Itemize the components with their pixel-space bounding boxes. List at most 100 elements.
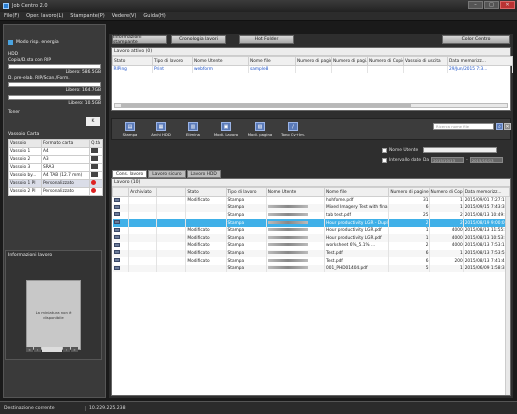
table-row[interactable]: Modificato Stampa Hour productivity LGR.pd… [112, 226, 511, 235]
col-date[interactable]: Data memorizz... [447, 56, 513, 66]
vertical-scrollbar[interactable] [505, 197, 510, 395]
edit-job-tool-button[interactable]: ▣ Modi. Lavoro [211, 122, 241, 140]
hdd-pre-bar [8, 82, 101, 87]
user-name [266, 226, 326, 235]
redacted-user-name [267, 243, 308, 247]
col-output-tray[interactable]: Vassoio di uscita [403, 56, 448, 66]
col-job-type[interactable]: Tipo di lavoro [225, 187, 267, 197]
table-row[interactable]: Stampa Mixed Imagery Test with final ... 6… [112, 204, 511, 212]
table-row[interactable]: Stampa tab test.pdf 25 2 2015/08/13 10:49:..… [112, 211, 511, 220]
next-page-icon[interactable]: › [63, 347, 70, 352]
archived [128, 204, 158, 212]
print-icon: ▤ [125, 122, 135, 131]
printer-info-button[interactable]: Informazioni stampante [112, 35, 167, 45]
user-name [266, 257, 326, 265]
from-date-field[interactable]: 2015/10/13 [431, 157, 465, 163]
pages: 1 [388, 234, 430, 243]
edit-page-tool-button[interactable]: ▧ Modi. pagina [245, 122, 275, 140]
tray-row[interactable]: Vassoio 2 PI Personalizzato [8, 187, 103, 196]
tray-format: A3 [40, 155, 91, 164]
tray-row[interactable]: Vassoio 2 A3 [8, 155, 103, 164]
file-name: Hour productivity LGR.pdf [324, 234, 390, 243]
col-archived[interactable]: Archiviato [128, 187, 158, 197]
tray-row[interactable]: Vassoio 1 PI Personalizzato [8, 179, 103, 188]
tray-row[interactable]: Vassoio by... A4 TAB (12.7 mm) [8, 171, 103, 180]
menu-printer[interactable]: Stampante(P) [70, 13, 104, 19]
col-date[interactable]: Data memorizz... [462, 187, 511, 197]
tone-curve-tool-button[interactable]: ∕ Tono Cv+Im. [278, 122, 308, 140]
menu-view[interactable]: Vedere(V) [112, 13, 137, 19]
color-centro-button[interactable]: Color Centro [442, 35, 510, 44]
archive-hdd-tool-button[interactable]: ▦ Archi HDD [146, 122, 176, 140]
to-date-field[interactable]: 2015/10/13 [469, 157, 503, 163]
search-icon[interactable]: ⌕ [496, 123, 503, 130]
tray-name: Vassoio 3 [8, 163, 42, 172]
job-type: Print [152, 65, 193, 74]
copies: 1 [429, 196, 464, 205]
col-icon[interactable] [111, 187, 130, 197]
close-icon[interactable]: ✕ [504, 123, 511, 130]
col-user-name[interactable]: Nome Utente [192, 56, 249, 66]
col-status[interactable]: Stato [112, 56, 153, 66]
tool-label: Modi. Lavoro [213, 132, 239, 137]
col-copies[interactable]: Numero di Copie [428, 187, 464, 197]
delete-tool-button[interactable]: ▥ Elimina [178, 122, 208, 140]
job-type: Stampa [226, 196, 267, 205]
prev-page-icon[interactable]: ‹ [34, 347, 41, 352]
col-file-name[interactable]: Nome file [248, 56, 296, 66]
top-button-row: Informazioni stampante Cronologia lavori… [109, 35, 513, 45]
flag [156, 249, 187, 258]
col-user-name[interactable]: Nome Utente [265, 187, 326, 197]
print-tool-button[interactable]: ▤ Stampa [115, 122, 145, 140]
table-row[interactable]: Modificato Stampa Test.pdf 6 1 2015/08/13 7:5… [112, 249, 511, 258]
last-page-icon[interactable]: » [71, 347, 78, 352]
tab-hdd-job[interactable]: Lavoro HDD [186, 170, 221, 178]
menu-job-operation[interactable]: Oper. lavoro(L) [26, 13, 63, 19]
menu-file[interactable]: File(F) [4, 13, 19, 19]
scroll-thumb[interactable] [121, 104, 411, 107]
close-button[interactable]: ✕ [500, 1, 515, 9]
col-copies[interactable]: Numero di Copie [367, 56, 404, 66]
user-name-input[interactable] [423, 147, 498, 153]
table-row[interactable]: Modificato Stampa Hour productivity LGR.pd… [112, 234, 511, 243]
date: 2015/08/13 7:53:1... [463, 242, 511, 250]
tab-secure-job[interactable]: Lavoro sicuro [148, 170, 186, 178]
col-pages[interactable]: Numero di pagine [388, 187, 430, 197]
date-range-checkbox[interactable] [382, 157, 387, 163]
minimize-button[interactable]: – [468, 1, 483, 9]
col-flag[interactable] [156, 187, 187, 197]
paper-level-icon [91, 156, 99, 161]
col-pages-2[interactable]: Numero di pagi... [331, 56, 368, 66]
tray-row[interactable]: Vassoio 1 A4 [8, 147, 103, 156]
table-row[interactable]: RIPing Print webform sample8 29/Jun/2015… [112, 65, 513, 74]
table-row[interactable]: Modificato Stampa worksheet 6%_5.1% ... 2 40… [112, 242, 511, 250]
job-document-icon [113, 242, 120, 247]
menu-help[interactable]: Guida(H) [143, 13, 165, 19]
job-status [185, 211, 227, 220]
job-list-table: Archiviato Stato Tipo di lavoro Nome Ute… [111, 187, 511, 273]
maximize-button[interactable]: □ [484, 1, 499, 9]
page-number-field[interactable] [42, 347, 62, 352]
search-input[interactable]: Ricerca nome file [433, 123, 494, 130]
table-row[interactable]: Modificato Stampa Test.pdf 6 200 2015/08/13 7… [112, 257, 511, 265]
table-row[interactable]: Modificato Stampa hohfome.pdf 31 1 2015/09/01… [112, 196, 511, 205]
tray-name: Vassoio 2 [8, 155, 42, 164]
user-name-checkbox[interactable] [382, 147, 387, 153]
job-history-button[interactable]: Cronologia lavori [171, 35, 226, 44]
user-name [266, 211, 326, 220]
redacted-user-name [267, 235, 308, 239]
job-tabs: Cons. lavoro Lavoro sicuro Lavoro HDD [112, 170, 221, 178]
tab-job-hold[interactable]: Cons. lavoro [112, 170, 148, 178]
hot-folder-button[interactable]: Hot Folder [239, 35, 294, 44]
job-type: Stampa [226, 219, 267, 227]
col-file-name[interactable]: Nome file [324, 187, 390, 197]
table-row[interactable]: Stampa Hour productivity LGR - Duple... 2 2… [112, 219, 511, 227]
horizontal-scrollbar[interactable] [114, 103, 508, 108]
col-status[interactable]: Stato [185, 187, 227, 197]
col-pages[interactable]: Numero di pagine [295, 56, 332, 66]
first-page-icon[interactable]: « [26, 347, 33, 352]
col-job-type[interactable]: Tipo di lavoro [152, 56, 193, 66]
tray-row[interactable]: Vassoio 3 SRA3 [8, 163, 103, 172]
table-row[interactable]: Stampa 001_PHD01404.pdf 5 1 2015/06/09 1:58:… [112, 264, 511, 273]
job-status: Modificato [185, 249, 227, 258]
